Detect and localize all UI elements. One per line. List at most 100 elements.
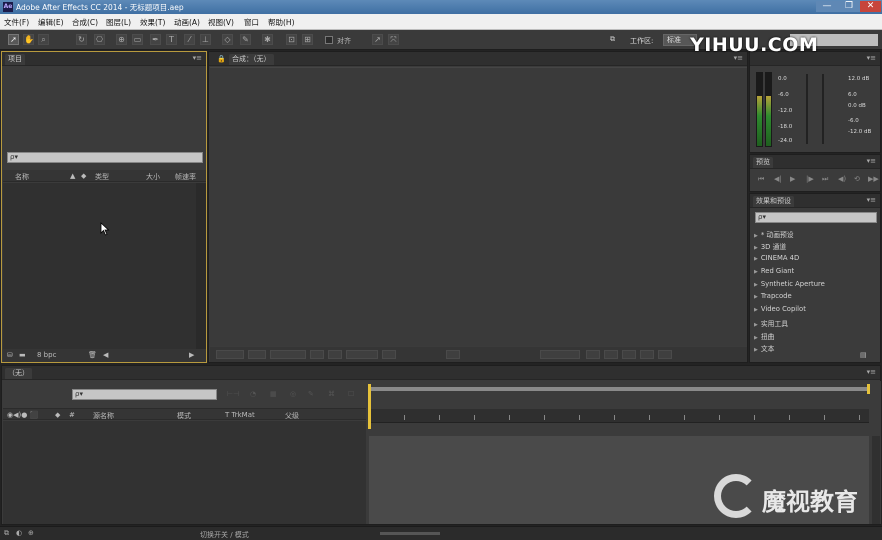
ram-preview-icon[interactable]: ▶▶ bbox=[868, 175, 879, 183]
timeline-zoom-slider[interactable] bbox=[380, 532, 440, 535]
effect-category[interactable]: ▶ CINEMA 4D bbox=[754, 254, 799, 262]
snap-edges-icon[interactable]: ↗ bbox=[372, 34, 383, 45]
column-parent[interactable]: 父级 bbox=[285, 411, 299, 421]
sort-arrow-icon[interactable]: ▲ bbox=[70, 172, 75, 180]
scroll-left-icon[interactable]: ◀ bbox=[103, 351, 108, 359]
timeline-layer-list[interactable] bbox=[3, 421, 366, 524]
brush-tool-icon[interactable]: ⁄ bbox=[184, 34, 195, 45]
transfer-controls-icon[interactable]: ◐ bbox=[16, 529, 22, 537]
pan-behind-tool-icon[interactable]: ⊕ bbox=[116, 34, 127, 45]
interpret-footage-icon[interactable]: ⛁ bbox=[7, 351, 13, 359]
effect-category[interactable]: ▶ 文本 bbox=[754, 343, 774, 353]
menu-effect[interactable]: 效果(T) bbox=[140, 17, 165, 28]
menu-layer[interactable]: 图层(L) bbox=[106, 17, 131, 28]
column-trkmat[interactable]: T TrkMat bbox=[225, 411, 255, 419]
volume-slider-left[interactable] bbox=[806, 74, 808, 144]
maximize-button[interactable]: ❐ bbox=[838, 1, 860, 12]
project-scrollbar[interactable] bbox=[196, 183, 206, 349]
zoom-tool-icon[interactable]: ⌕ bbox=[38, 34, 49, 45]
project-search-input[interactable]: ρ▾ bbox=[7, 152, 203, 163]
panel-menu-icon[interactable]: ▾≡ bbox=[867, 368, 876, 376]
close-button[interactable]: ✕ bbox=[860, 1, 881, 12]
shy-layers-icon[interactable]: ◔ bbox=[250, 390, 256, 398]
volume-slider-right[interactable] bbox=[822, 74, 824, 144]
resolution-select[interactable] bbox=[346, 350, 378, 359]
camera-tool-icon[interactable]: ⎔ bbox=[94, 34, 105, 45]
menu-window[interactable]: 窗口 bbox=[244, 17, 259, 28]
timeline-icon[interactable] bbox=[640, 350, 654, 359]
column-mode[interactable]: 模式 bbox=[177, 411, 191, 421]
play-icon[interactable]: ▶ bbox=[790, 175, 795, 183]
in-out-panes-icon[interactable]: ⊕ bbox=[28, 529, 34, 537]
column-type[interactable]: 类型 bbox=[95, 172, 109, 182]
timeline-search-input[interactable]: ρ▾ bbox=[72, 389, 217, 400]
snapshot-icon[interactable] bbox=[310, 350, 324, 359]
eraser-tool-icon[interactable]: ◇ bbox=[222, 34, 233, 45]
tab-project[interactable]: 项目 bbox=[5, 54, 25, 65]
effect-category[interactable]: ▶ * 动画预设 bbox=[754, 229, 794, 239]
trash-icon[interactable]: 🗑 bbox=[88, 351, 97, 359]
snap-features-icon[interactable]: ⤧ bbox=[388, 34, 399, 45]
panel-menu-icon[interactable]: ▾≡ bbox=[867, 54, 876, 62]
first-frame-icon[interactable]: ⏮ bbox=[758, 175, 764, 184]
motion-blur-icon[interactable]: ◎ bbox=[290, 390, 296, 398]
selection-tool-icon[interactable]: ➚ bbox=[8, 34, 19, 45]
next-frame-icon[interactable]: |▶ bbox=[806, 175, 814, 183]
effect-category[interactable]: ▶ Synthetic Aperture bbox=[754, 280, 825, 288]
label-tag-icon[interactable]: ◆ bbox=[81, 172, 86, 180]
effects-search-input[interactable]: ρ▾ bbox=[755, 212, 877, 223]
new-folder-icon[interactable]: ▬ bbox=[19, 351, 26, 359]
local-axis-icon[interactable]: ⊡ bbox=[286, 34, 297, 45]
comp-mini-flowchart-icon[interactable]: ⊢⊣ bbox=[227, 390, 239, 398]
effect-category[interactable]: ▶ Red Giant bbox=[754, 267, 794, 275]
timeline-scrollbar[interactable] bbox=[872, 436, 880, 524]
work-area-bar[interactable] bbox=[369, 387, 869, 391]
hand-tool-icon[interactable]: ✋ bbox=[23, 34, 34, 45]
menu-animation[interactable]: 动画(A) bbox=[174, 17, 200, 28]
menu-help[interactable]: 帮助(H) bbox=[268, 17, 295, 28]
type-tool-icon[interactable]: T bbox=[166, 34, 177, 45]
work-area-end-handle[interactable] bbox=[867, 384, 870, 394]
loop-icon[interactable]: ⟲ bbox=[854, 175, 860, 183]
toggle-pixel-aspect-icon[interactable] bbox=[604, 350, 618, 359]
time-ruler[interactable] bbox=[369, 409, 869, 423]
effect-category[interactable]: ▶ Trapcode bbox=[754, 292, 792, 300]
pen-tool-icon[interactable]: ✒ bbox=[150, 34, 161, 45]
tab-timeline[interactable]: （无） bbox=[5, 368, 32, 379]
effect-category[interactable]: ▶ 实用工具 bbox=[754, 318, 788, 328]
effect-category[interactable]: ▶ 3D 通道 bbox=[754, 241, 786, 251]
panel-menu-icon[interactable]: ▾≡ bbox=[867, 196, 876, 204]
mask-tool-icon[interactable]: ▭ bbox=[132, 34, 143, 45]
tab-preview[interactable]: 预览 bbox=[753, 157, 773, 168]
column-frame-rate[interactable]: 帧速率 bbox=[175, 172, 196, 182]
flowchart-icon[interactable] bbox=[658, 350, 672, 359]
column-source-name[interactable]: 源名称 bbox=[93, 411, 114, 421]
fast-previews-icon[interactable] bbox=[622, 350, 636, 359]
clone-stamp-tool-icon[interactable]: ⊥ bbox=[200, 34, 211, 45]
scroll-right-icon[interactable]: ▶ bbox=[189, 351, 194, 359]
composition-viewer[interactable] bbox=[210, 67, 747, 346]
new-preset-icon[interactable]: ▤ bbox=[860, 351, 867, 359]
current-time-indicator[interactable] bbox=[368, 384, 371, 429]
toggle-switches-modes-button[interactable]: 切换开关 / 模式 bbox=[200, 530, 249, 540]
menu-file[interactable]: 文件(F) bbox=[4, 17, 29, 28]
roto-brush-tool-icon[interactable]: ✎ bbox=[240, 34, 251, 45]
av-features-icons[interactable]: ◉◀)● ⬛ bbox=[7, 411, 38, 419]
draft-3d-icon[interactable]: ⌘ bbox=[328, 390, 335, 398]
menu-edit[interactable]: 编辑(E) bbox=[38, 17, 64, 28]
lock-icon[interactable]: 🔒 bbox=[217, 55, 226, 63]
world-axis-icon[interactable]: ⊞ bbox=[302, 34, 313, 45]
bpc-toggle[interactable]: 8 bpc bbox=[37, 351, 56, 359]
label-tag-icon[interactable]: ◆ bbox=[55, 411, 60, 419]
layer-switches-icon[interactable]: ⧉ bbox=[4, 529, 9, 538]
frame-blending-icon[interactable]: ▦ bbox=[270, 390, 277, 398]
previous-frame-icon[interactable]: ◀| bbox=[774, 175, 782, 183]
view-layout-icon[interactable] bbox=[586, 350, 600, 359]
panel-menu-icon[interactable]: ▾≡ bbox=[193, 54, 202, 62]
tab-composition[interactable]: 合成：（无） bbox=[229, 54, 274, 65]
snap-checkbox[interactable] bbox=[325, 36, 333, 44]
puppet-tool-icon[interactable]: ✱ bbox=[262, 34, 273, 45]
transparency-grid-icon[interactable] bbox=[446, 350, 460, 359]
magnification-select[interactable] bbox=[216, 350, 244, 359]
effect-category[interactable]: ▶ 扭曲 bbox=[754, 331, 774, 341]
